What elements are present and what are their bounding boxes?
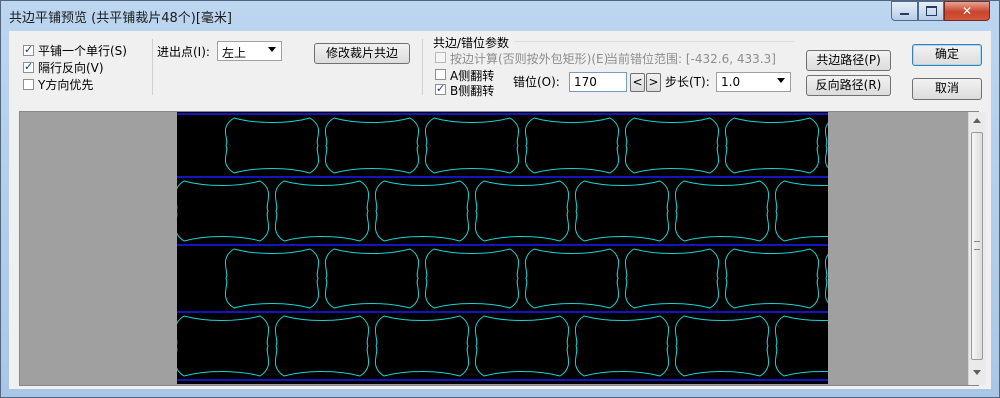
separator [152,39,153,95]
single-row-checkbox[interactable] [23,43,34,56]
y-priority-checkbox[interactable] [23,79,34,90]
entry-point-select[interactable]: 左上 [217,41,282,61]
tile-piece [574,180,670,242]
step-label: 步长(T): [665,75,710,89]
window-title: 共边平铺预览 (共平铺裁片48个)[毫米] [9,11,232,26]
tile-piece [424,117,520,174]
shared-path-button[interactable]: 共边路径(P) [806,50,891,71]
tile-piece [324,117,420,174]
offset-increase-button[interactable]: > [646,73,661,92]
step-value: 1.0 [721,75,741,89]
tile-piece [374,180,470,242]
close-icon: ✕ [961,4,973,18]
tile-piece [324,248,420,309]
calc-by-edge-checkbox[interactable] [435,52,446,63]
vertical-scrollbar[interactable] [968,112,986,385]
chevron-down-icon [268,47,276,52]
calc-by-edge-label: 按边计算(否则按外包矩形)(E) [450,52,609,66]
offset-value: 170 [574,75,597,89]
offset-label: 错位(O): [513,75,560,89]
entry-point-label: 进出点(I): [157,45,210,59]
alt-row-reverse-label[interactable]: 隔行反向(V) [38,59,104,76]
modify-shared-edge-button[interactable]: 修改裁片共边 [314,43,410,64]
tile-piece [374,315,470,377]
offset-decrease-button[interactable]: < [630,73,645,92]
tiling-preview-canvas [174,112,920,384]
tile-piece [274,180,370,242]
reverse-path-button[interactable]: 反向路径(R) [806,75,891,96]
tile-piece [224,248,320,309]
a-side-flip-checkbox[interactable] [435,69,446,80]
scroll-thumb[interactable] [971,132,983,360]
minimize-button[interactable] [891,1,918,21]
tile-piece [224,117,320,174]
title-bar[interactable]: 共边平铺预览 (共平铺裁片48个)[毫米] ✕ [1,1,999,29]
preview-area[interactable] [19,111,986,386]
maximize-icon [925,6,937,16]
grip-icon [974,241,980,250]
b-side-flip-checkbox[interactable] [435,82,446,95]
tile-piece [674,180,770,242]
tile-piece [674,315,770,377]
minimize-icon [900,13,909,15]
step-select[interactable]: 1.0 [716,72,791,92]
tile-piece [824,117,920,174]
separator [422,39,423,95]
tile-piece [274,315,370,377]
maximize-button[interactable] [918,1,944,21]
tile-piece [824,248,920,309]
tile-piece [574,315,670,377]
tile-piece [424,248,520,309]
tile-piece [774,180,870,242]
tile-piece [624,117,720,174]
single-row-label[interactable]: 平铺一个单行(S) [38,42,127,59]
group-divider [514,41,794,42]
b-side-flip-label[interactable]: B侧翻转 [450,82,494,99]
tile-piece [624,248,720,309]
tile-piece [724,117,820,174]
offset-range-text: 当前错位范围: [-432.6, 433.3] [606,52,776,66]
tile-piece [724,248,820,309]
scroll-up-icon[interactable] [973,118,981,123]
entry-point-value: 左上 [222,46,247,60]
tile-piece [524,248,620,309]
tile-piece [174,180,270,242]
offset-input[interactable]: 170 [569,72,627,92]
close-button[interactable]: ✕ [944,1,990,21]
ok-button[interactable]: 确定 [912,44,982,66]
tile-piece [474,315,570,377]
tile-piece [524,117,620,174]
tiling-preview-svg [174,113,920,381]
tile-piece [474,180,570,242]
alt-row-reverse-checkbox[interactable] [23,60,34,73]
cancel-button[interactable]: 取消 [912,78,982,100]
shared-edge-group-title: 共边/错位参数 [433,36,510,50]
y-priority-label[interactable]: Y方向优先 [38,76,93,93]
dialog-window: 共边平铺预览 (共平铺裁片48个)[毫米] ✕ 平铺一个单行(S) 隔行反向(V… [0,0,1000,398]
tile-piece [774,315,870,377]
dialog-client: 平铺一个单行(S) 隔行反向(V) Y方向优先 进出点(I): 左上 修改裁片共… [9,31,991,389]
chevron-down-icon [777,78,785,83]
tile-piece [174,315,270,377]
scroll-down-icon[interactable] [973,370,981,375]
